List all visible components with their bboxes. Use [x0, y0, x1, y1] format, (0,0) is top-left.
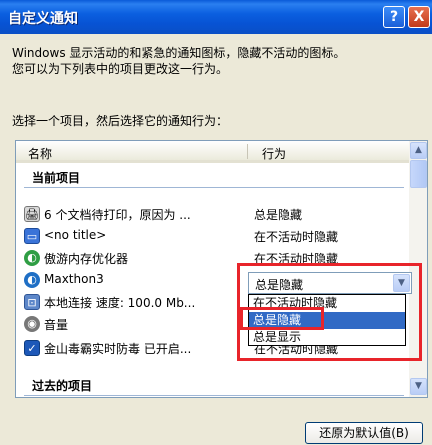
description-text: Windows 显示活动的和紧急的通知图标，隐藏不活动的图标。 您可以为下列表中…	[12, 45, 422, 77]
instruction-text: 选择一个项目，然后选择它的通知行为：	[12, 114, 229, 128]
description-line-2: 您可以为下列表中的项目更改这一行为。	[12, 62, 229, 76]
group-divider	[24, 395, 404, 396]
red-highlight-option	[240, 307, 324, 330]
speaker-icon: ◉	[24, 316, 40, 332]
description-line-1: Windows 显示活动的和紧急的通知图标，隐藏不活动的图标。	[12, 46, 346, 60]
window-title: 自定义通知	[8, 11, 78, 27]
customize-notifications-dialog: 自定义通知 ? X Windows 显示活动的和紧急的通知图标，隐藏不活动的图标…	[0, 0, 432, 445]
scroll-up-button[interactable]: ▲	[410, 142, 427, 159]
printer-icon: 🖨	[24, 206, 40, 222]
maxthon-icon: ◐	[24, 250, 40, 266]
maxthon-icon: ◐	[24, 272, 40, 288]
antivirus-icon: ✓	[24, 340, 40, 356]
window-icon: ▭	[24, 228, 40, 244]
group-divider	[24, 187, 404, 188]
close-button[interactable]: X	[408, 6, 430, 28]
network-icon: ⊡	[24, 294, 40, 310]
group-past-items: 过去的项目	[32, 379, 93, 393]
scroll-thumb[interactable]	[410, 160, 427, 188]
group-current-items: 当前项目	[32, 171, 81, 185]
column-action-header[interactable]: 行为	[262, 145, 286, 162]
scroll-down-button[interactable]: ▼	[410, 378, 427, 395]
column-name-header[interactable]: 名称	[28, 145, 52, 162]
title-bar[interactable]: 自定义通知 ? X	[0, 0, 432, 34]
column-divider[interactable]	[247, 144, 248, 159]
list-item[interactable]: 🖨 6 个文档待打印，原因为 ... 总是隐藏	[22, 203, 406, 225]
restore-defaults-button[interactable]: 还原为默认值(B)	[305, 422, 423, 444]
list-item[interactable]: ▭ <no title> 在不活动时隐藏	[22, 225, 406, 247]
list-column-header: 名称 行为	[16, 141, 409, 163]
help-button[interactable]: ?	[383, 6, 405, 28]
